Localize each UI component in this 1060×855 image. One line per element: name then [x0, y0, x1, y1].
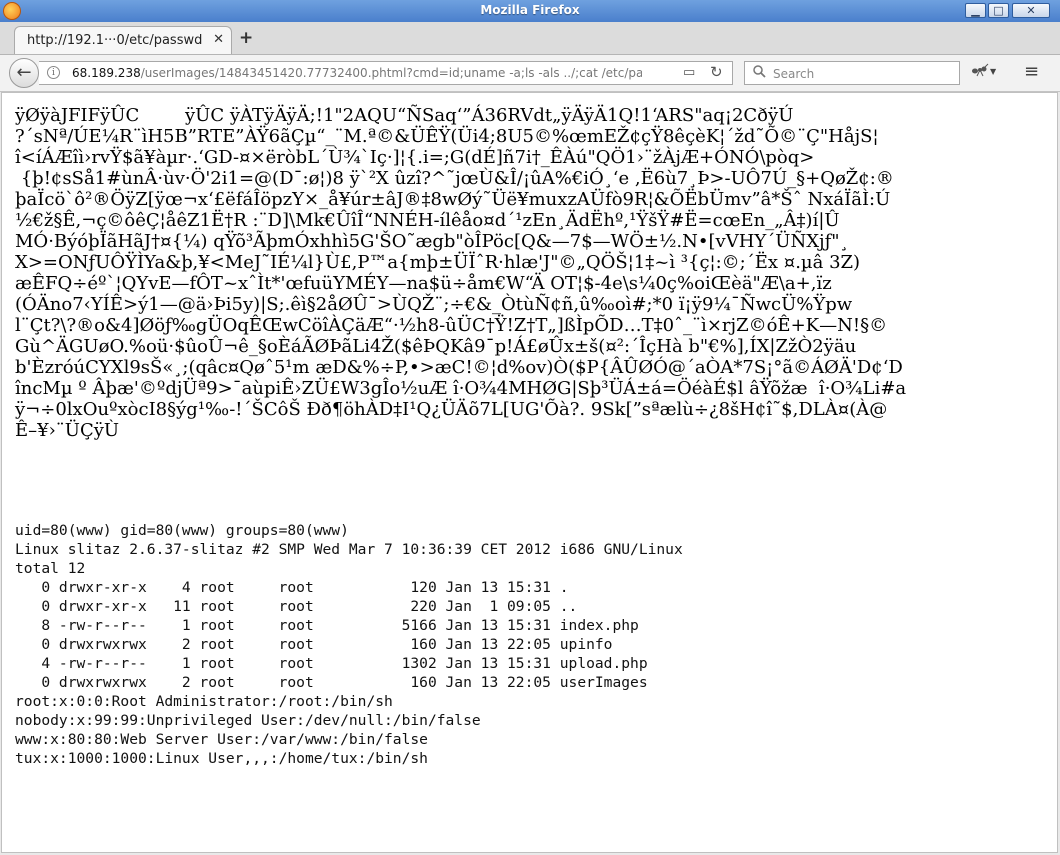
binary-text-line: (ÓÄno7‹YÍÊ>ý1—@ä›Þi5y)|S;.êì§2åØÛ¯>ÙQŽ¨;… [15, 294, 853, 315]
output-line: 8 -rw-r--r-- 1 root root 5166 Jan 13 15:… [15, 617, 639, 634]
close-tab-icon[interactable]: ✕ [213, 32, 224, 47]
reader-view-icon[interactable]: ▭ [683, 65, 695, 80]
output-line: 0 drwxrwxrwx 2 root root 160 Jan 13 22:0… [15, 674, 648, 691]
output-line: total 12 [15, 560, 86, 577]
output-line: nobody:x:99:99:Unprivileged User:/dev/nu… [15, 712, 481, 729]
back-button[interactable]: ← [9, 58, 39, 88]
info-icon[interactable]: i [47, 66, 60, 79]
chevron-down-icon[interactable]: ▼ [990, 67, 996, 76]
output-line: Linux slitaz 2.6.37-slitaz #2 SMP Wed Ma… [15, 541, 683, 558]
binary-text-line: ?´sNª/ÚE¼R¨ìH5B”RTE”ÀŸ6ãÇµ“_¨M.ª©&ÜÊŸ(Üi… [15, 126, 879, 147]
output-line: tux:x:1000:1000:Linux User,,,:/home/tux:… [15, 750, 428, 767]
binary-text-line: {þ!¢sSå1#ùnÂ·ùv·Ö'2i1=@(D¯:ø¦)8 ÿ`²X ûzî… [15, 168, 894, 189]
output-line: 0 drwxrwxrwx 2 root root 160 Jan 13 22:0… [15, 636, 613, 653]
binary-text-line: MÓ·BýóþÏãHãJ†¤{¼) qŸõ³ÃþmÓxhhì5G'ŠO˜ægb"… [15, 231, 849, 252]
url-bar[interactable]: i 68.189.238/userImages/14843451420.7773… [39, 61, 733, 85]
minimize-button[interactable]: ▁ [965, 3, 986, 18]
binary-text-line: b'ÈzróúCYXl9sŠ«¸;(qâc¤Qøˆ5¹m æD&%÷P,•>æC… [15, 357, 903, 378]
url-path: /userImages/14843451420.77732400.phtml?c… [140, 66, 642, 80]
binary-text-line: ½€ž§Ê,¬ç©ôêÇ¦åêZ1Ë†R :¨D]\Mk€ÛîÎ“NNÉH-íl… [15, 210, 840, 231]
tab-strip: http://192.1···0/etc/passwd ✕ + [0, 22, 1060, 55]
window-titlebar: Mozilla Firefox ▁ □ ✕ [0, 0, 1060, 22]
search-input[interactable] [771, 64, 955, 84]
reload-icon[interactable]: ↻ [710, 63, 723, 81]
output-line: 4 -rw-r--r-- 1 root root 1302 Jan 13 15:… [15, 655, 648, 672]
binary-text-line: l¨Çt?\?®o&4]Øöƒ‰gÜOqÊŒwCöîÀÇäÆ“·½h8-ûÜC†… [15, 315, 888, 336]
search-box[interactable] [744, 61, 960, 85]
output-line: www:x:80:80:Web Server User:/var/www:/bi… [15, 731, 428, 748]
close-window-button[interactable]: ✕ [1012, 3, 1050, 18]
binary-text-line: æÊFQ÷éº`¦QYvE—fÔT~xˆÌt*'œfuüYMÉY—na$ü÷åm… [15, 273, 832, 294]
output-line: 0 drwxr-xr-x 11 root root 220 Jan 1 09:0… [15, 598, 578, 615]
command-output: uid=80(www) gid=80(www) groups=80(www) Li… [15, 521, 683, 768]
binary-text-line: încMµ º Âþæ'©ºdjÜª9>¯aùpiÊ›ZÜ£W3gÎo½uÆ î… [15, 378, 907, 399]
binary-text-line: X>=ONƒUÔŸÌYa&þ,¥<MeJ˜IÉ¼l}Ù£,P™a{mþ±ÜÏˆR… [15, 252, 861, 273]
binary-text-line: þaÏcö`ô²®ÖÿZ[ÿœ¬x‘£ëfáÎöpzY×_å¥úr±âJ®‡8w… [15, 189, 891, 210]
binary-text-line: ÿ¬÷0lxOuºxòcI8§ýg¹‰-!´ŠCôŠ Ðð¶öhÀD‡I¹Q¿Ü… [15, 399, 888, 420]
new-tab-button[interactable]: + [239, 28, 253, 48]
page-content: ÿØÿàJFIFÿÛC ÿÛC ÿÀTÿÄÿÄ;!1"2AQU“ÑSaq‘”Á3… [1, 92, 1058, 853]
binary-text-line: ÿØÿàJFIFÿÛC ÿÛC ÿÀTÿÄÿÄ;!1"2AQU“ÑSaq‘”Á3… [15, 105, 794, 126]
output-line: uid=80(www) gid=80(www) groups=80(www) [15, 522, 349, 539]
url-text[interactable]: 68.189.238/userImages/14843451420.777324… [72, 66, 642, 80]
binary-image-text: ÿØÿàJFIFÿÛC ÿÛC ÿÀTÿÄÿÄ;!1"2AQU“ÑSaq‘”Á3… [15, 105, 1045, 441]
tab-active[interactable]: http://192.1···0/etc/passwd ✕ [14, 26, 232, 54]
binary-text-line: Ê–¥›¨ÜÇÿÙ [15, 420, 120, 441]
navigation-toolbar: i 68.189.238/userImages/14843451420.7773… [0, 55, 1060, 92]
binary-text-line: Gù^ÄGUøO.%oü·$ûoÛ¬ê_§oÈáÃØÞãLi4Ž($êÞQKâ9… [15, 336, 857, 357]
binary-text-line: î<íÁÆîì›rvŸ$ã¥àµr·.‘GD-¤×ëròbL´Ù¾`Iç·]¦{… [15, 147, 815, 168]
url-host: 68.189.238 [72, 66, 141, 80]
output-line: root:x:0:0:Root Administrator:/root:/bin… [15, 693, 393, 710]
window-title: Mozilla Firefox [480, 3, 580, 17]
search-icon [753, 65, 766, 82]
menu-icon[interactable]: ≡ [1024, 61, 1039, 82]
maximize-button[interactable]: □ [988, 3, 1009, 18]
tab-label: http://192.1···0/etc/passwd [27, 33, 203, 48]
ant-icon[interactable] [971, 63, 989, 81]
output-line: 0 drwxr-xr-x 4 root root 120 Jan 13 15:3… [15, 579, 569, 596]
